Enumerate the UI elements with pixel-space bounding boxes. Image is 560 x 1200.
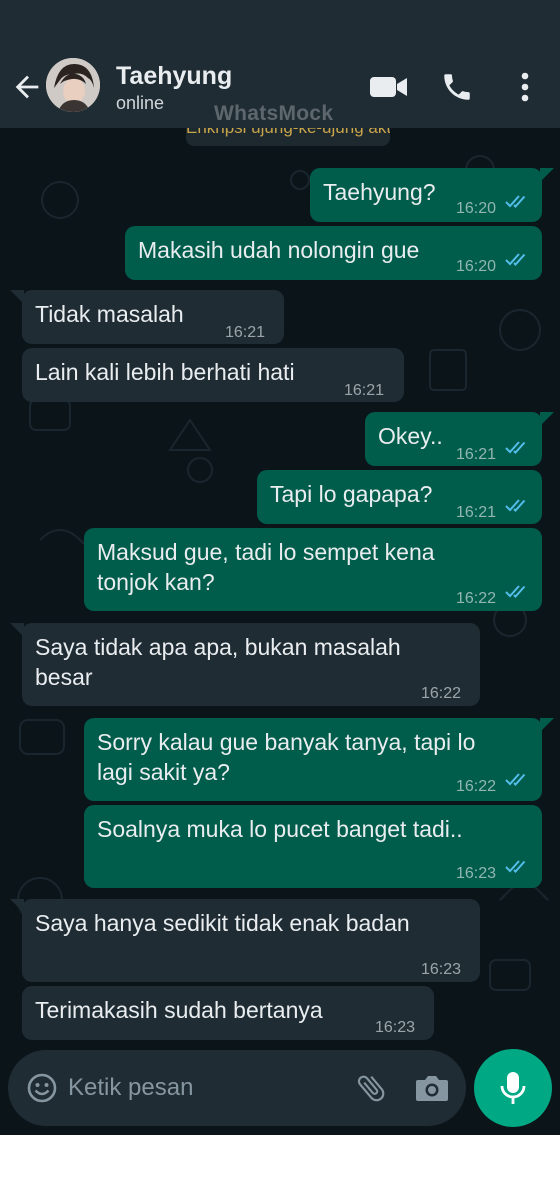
message-time: 16:21 — [456, 446, 497, 463]
message-text: Makasih udah nolongin gue — [138, 237, 420, 263]
double-check-icon — [505, 773, 526, 786]
message-bubble-outgoing[interactable]: Makasih udah nolongin gue 16:20 — [125, 226, 542, 280]
message-time: 16:20 — [456, 200, 497, 217]
message-text-line: tonjok kan? — [97, 569, 215, 595]
message-input[interactable] — [68, 1068, 338, 1108]
message-text-line: Saya tidak apa apa, bukan masalah — [35, 634, 401, 660]
message-bubble-outgoing[interactable]: Taehyung? 16:20 — [310, 168, 542, 222]
double-check-icon — [505, 499, 526, 512]
phone-icon — [444, 74, 470, 100]
bubble-tail — [540, 168, 554, 182]
voice-call-button[interactable] — [439, 70, 479, 104]
video-call-icon — [370, 77, 407, 97]
message-bubble-outgoing[interactable]: Tapi lo gapapa? 16:21 — [257, 470, 542, 524]
message-composer — [8, 1050, 466, 1126]
message-time: 16:22 — [421, 685, 462, 702]
double-check-icon — [505, 585, 526, 598]
bottom-blank-area — [0, 1135, 560, 1200]
status-bar — [0, 0, 560, 48]
bubble-tail — [10, 899, 24, 913]
back-button[interactable] — [10, 70, 44, 104]
attach-button[interactable] — [354, 1070, 388, 1106]
back-arrow-icon — [15, 75, 39, 99]
watermark: WhatsMock — [214, 102, 334, 125]
message-bubble-incoming[interactable]: Saya hanya sedikit tidak enak badan 16:2… — [22, 899, 480, 982]
message-bubble-incoming[interactable]: Tidak masalah 16:21 — [22, 290, 284, 344]
bubble-tail — [10, 623, 24, 637]
message-time: 16:21 — [456, 504, 497, 521]
more-options-button[interactable] — [510, 70, 540, 104]
bubble-tail — [540, 718, 554, 732]
camera-button[interactable] — [414, 1072, 450, 1104]
emoji-icon — [27, 1073, 57, 1103]
message-time: 16:21 — [225, 324, 266, 341]
message-text: Lain kali lebih berhati hati — [35, 359, 295, 385]
contact-avatar[interactable] — [46, 58, 100, 112]
bubble-tail — [10, 290, 24, 304]
message-time: 16:20 — [456, 258, 497, 275]
message-time: 16:22 — [456, 778, 497, 795]
microphone-icon — [500, 1072, 526, 1104]
message-text-line: lagi sakit ya? — [97, 759, 230, 785]
avatar-photo — [46, 58, 100, 112]
contact-name[interactable]: Taehyung — [116, 62, 232, 91]
message-time: 16:21 — [344, 382, 385, 399]
attachment-icon — [357, 1075, 385, 1102]
message-text: Taehyung? — [323, 179, 436, 205]
chat-header: Taehyung online WhatsMock — [0, 48, 560, 128]
message-time: 16:23 — [375, 1019, 416, 1036]
message-text-line: Sorry kalau gue banyak tanya, tapi lo — [97, 729, 476, 755]
message-bubble-outgoing[interactable]: Sorry kalau gue banyak tanya, tapi lo la… — [84, 718, 542, 801]
message-text: Tidak masalah — [35, 301, 184, 327]
encryption-banner-text: Enkripsi ujung-ke-ujung aktif di sini — [186, 128, 390, 138]
voice-message-button[interactable] — [474, 1049, 552, 1127]
double-check-icon — [505, 441, 526, 454]
bubble-tail — [540, 412, 554, 426]
double-check-icon — [505, 253, 526, 266]
camera-icon — [416, 1076, 448, 1101]
message-bubble-outgoing[interactable]: Soalnya muka lo pucet banget tadi.. 16:2… — [84, 805, 542, 888]
encryption-banner: Enkripsi ujung-ke-ujung aktif di sini — [186, 128, 390, 146]
message-time: 16:22 — [456, 590, 497, 607]
message-text: Tapi lo gapapa? — [270, 481, 433, 507]
message-text-line: besar — [35, 664, 93, 690]
message-bubble-incoming[interactable]: Terimakasih sudah bertanya 16:23 — [22, 986, 434, 1040]
message-text: Saya hanya sedikit tidak enak badan — [35, 910, 410, 936]
message-text-line: Maksud gue, tadi lo sempet kena — [97, 539, 435, 565]
message-text: Soalnya muka lo pucet banget tadi.. — [97, 816, 463, 842]
more-options-icon — [521, 72, 529, 102]
message-time: 16:23 — [456, 865, 497, 882]
contact-status: online — [116, 93, 165, 113]
emoji-button[interactable] — [26, 1072, 58, 1104]
message-text: Okey.. — [378, 423, 443, 449]
message-bubble-incoming[interactable]: Saya tidak apa apa, bukan masalah besar … — [22, 623, 480, 706]
message-bubble-incoming[interactable]: Lain kali lebih berhati hati 16:21 — [22, 348, 404, 402]
message-bubble-outgoing[interactable]: Okey.. 16:21 — [365, 412, 542, 466]
chat-screen: Taehyung online WhatsMock Enkripsi ujung… — [0, 0, 560, 1135]
double-check-icon — [505, 860, 526, 873]
video-call-button[interactable] — [369, 70, 409, 104]
double-check-icon — [505, 195, 526, 208]
message-text: Terimakasih sudah bertanya — [35, 997, 323, 1023]
message-bubble-outgoing[interactable]: Maksud gue, tadi lo sempet kena tonjok k… — [84, 528, 542, 611]
message-time: 16:23 — [421, 961, 462, 978]
